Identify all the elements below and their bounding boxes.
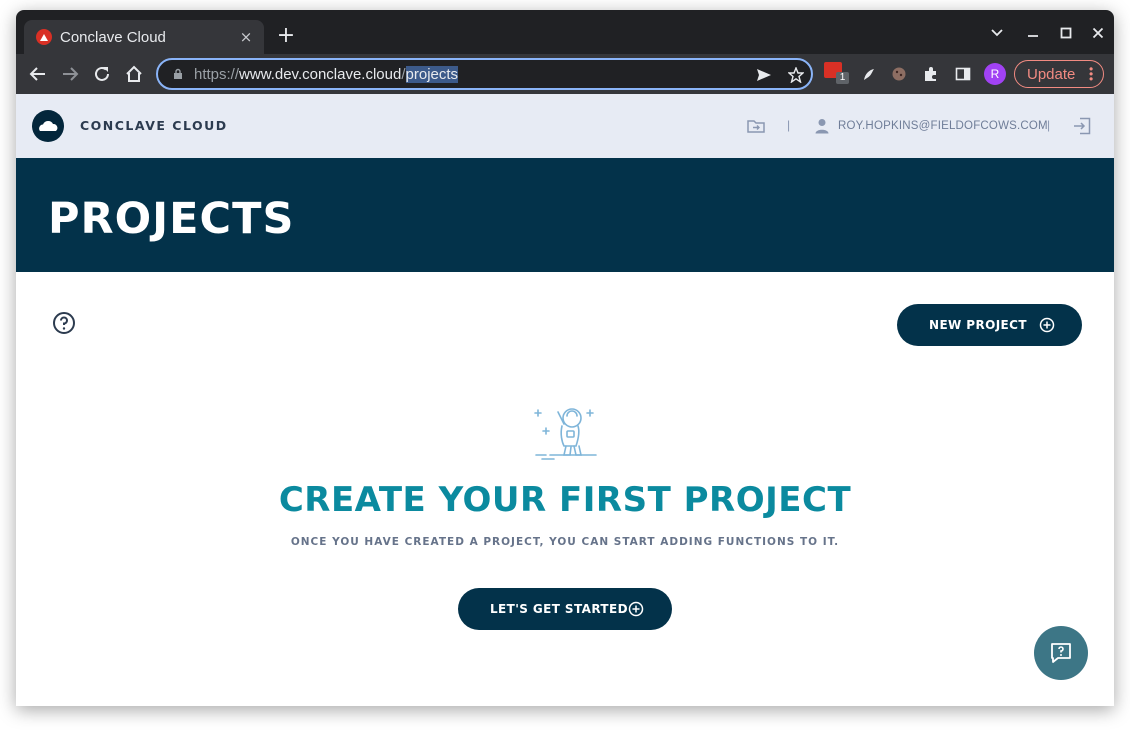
- user-icon: [812, 116, 832, 136]
- folder-move-icon[interactable]: [746, 116, 766, 136]
- maximize-icon[interactable]: [1055, 22, 1077, 44]
- logout-icon[interactable]: [1072, 116, 1092, 136]
- address-bar[interactable]: https://www.dev.conclave.cloud/projects: [156, 58, 813, 90]
- profile-avatar[interactable]: R: [984, 63, 1006, 85]
- header-separator: |: [1047, 118, 1051, 132]
- user-email[interactable]: ROY.HOPKINS@FIELDOFCOWS.COM: [838, 120, 1048, 132]
- plus-circle-icon: [1039, 317, 1055, 333]
- favicon-icon: [36, 29, 52, 45]
- tab-strip: Conclave Cloud × +: [16, 10, 1114, 54]
- extension-bird-icon[interactable]: [858, 63, 880, 85]
- tab-title: Conclave Cloud: [60, 28, 166, 46]
- extensions-icon[interactable]: [920, 63, 942, 85]
- empty-state-subtitle: ONCE YOU HAVE CREATED A PROJECT, YOU CAN…: [290, 536, 840, 548]
- browser-tab[interactable]: Conclave Cloud ×: [24, 20, 264, 54]
- plus-circle-icon: [628, 601, 644, 617]
- get-started-label: LET'S GET STARTED: [490, 602, 628, 616]
- star-icon[interactable]: [786, 65, 806, 85]
- help-icon[interactable]: [52, 311, 76, 335]
- new-tab-button[interactable]: +: [274, 24, 298, 48]
- close-window-icon[interactable]: [1087, 22, 1109, 44]
- new-project-label: NEW PROJECT: [929, 318, 1027, 332]
- url-text[interactable]: https://www.dev.conclave.cloud/projects: [194, 65, 459, 83]
- send-icon[interactable]: [754, 65, 774, 85]
- forward-icon[interactable]: [58, 62, 82, 86]
- tab-search-icon[interactable]: [986, 22, 1008, 44]
- empty-state-title: CREATE YOUR FIRST PROJECT: [278, 480, 852, 520]
- sidebar-icon[interactable]: [952, 63, 974, 85]
- page-title: PROJECTS: [48, 194, 295, 244]
- home-icon[interactable]: [122, 62, 146, 86]
- page-content: CONCLAVE CLOUD | ROY.HOPKINS@FIELDOFCOWS…: [16, 94, 1114, 706]
- extension-badge: 1: [836, 72, 849, 84]
- update-button[interactable]: Update • • •: [1014, 60, 1104, 88]
- app-header: CONCLAVE CLOUD | ROY.HOPKINS@FIELDOFCOWS…: [16, 94, 1114, 158]
- astronaut-illustration-icon: [534, 400, 598, 464]
- browser-toolbar: https://www.dev.conclave.cloud/projects …: [16, 54, 1114, 94]
- chat-help-icon: [1051, 643, 1071, 663]
- more-icon: • • •: [1089, 62, 1094, 86]
- tab-close-icon[interactable]: ×: [236, 27, 256, 47]
- get-started-button[interactable]: LET'S GET STARTED: [458, 588, 672, 630]
- header-separator: |: [787, 118, 791, 132]
- brand-name[interactable]: CONCLAVE CLOUD: [80, 118, 228, 133]
- chat-support-button[interactable]: [1034, 626, 1088, 680]
- browser-window: Conclave Cloud × + https://www.dev.concl…: [16, 10, 1114, 706]
- lock-icon[interactable]: [170, 66, 186, 82]
- back-icon[interactable]: [26, 62, 50, 86]
- hero-banner: PROJECTS: [16, 158, 1114, 272]
- update-label: Update: [1027, 65, 1076, 83]
- reload-icon[interactable]: [90, 62, 114, 86]
- new-project-button[interactable]: NEW PROJECT: [897, 304, 1082, 346]
- extension-cookie-icon[interactable]: [888, 63, 910, 85]
- cloud-logo-icon[interactable]: [32, 110, 64, 142]
- minimize-icon[interactable]: [1022, 22, 1044, 44]
